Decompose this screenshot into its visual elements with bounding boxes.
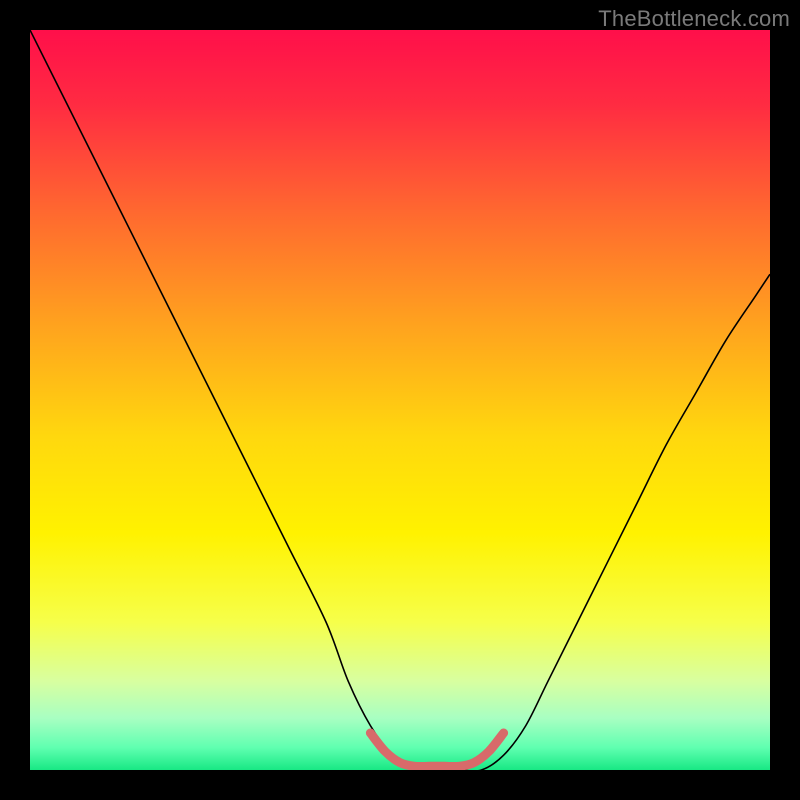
watermark: TheBottleneck.com: [598, 6, 790, 32]
optimal-band: [370, 733, 503, 767]
chart-frame: TheBottleneck.com: [0, 0, 800, 800]
bottleneck-curve: [30, 30, 770, 770]
plot-area: [30, 30, 770, 770]
curve-layer: [30, 30, 770, 770]
